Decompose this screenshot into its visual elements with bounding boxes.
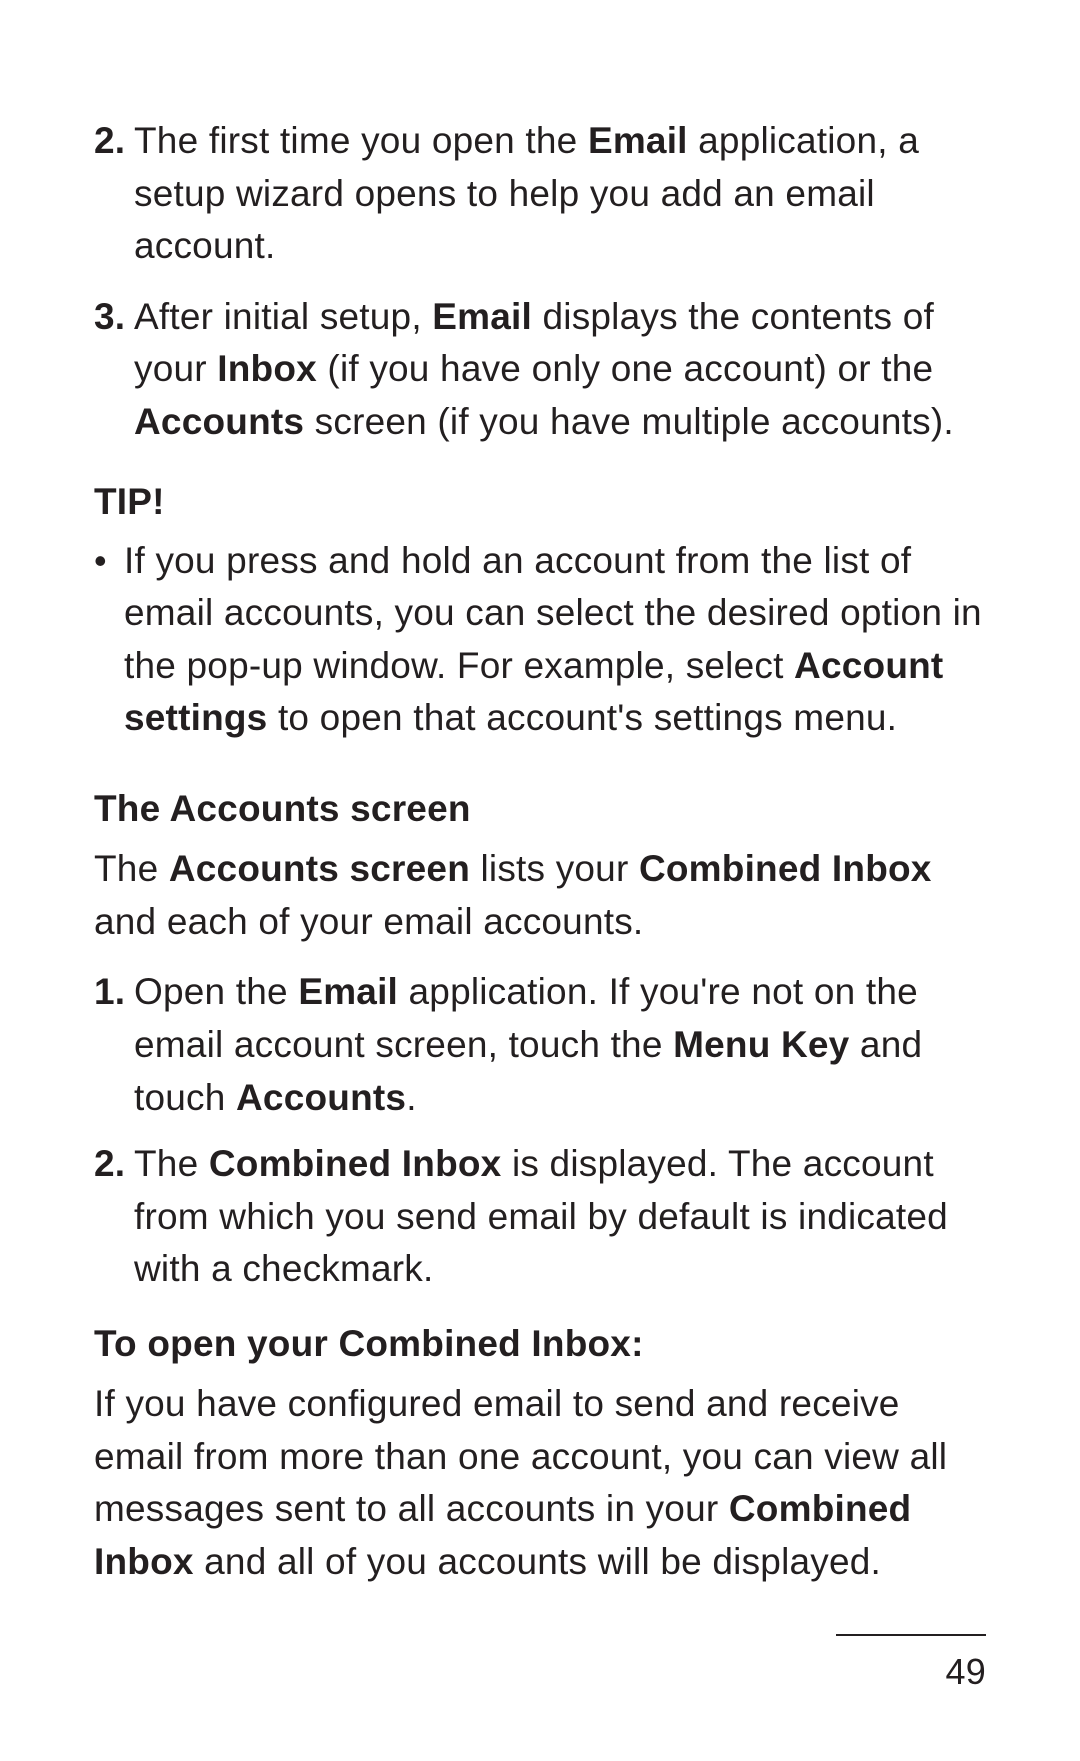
text: screen (if you have multiple accounts). [304,401,954,442]
accounts-step-1-text: Open the Email application. If you're no… [134,966,986,1124]
text: (if you have only one account) or the [317,348,933,389]
accounts-step-2-text: The Combined Inbox is displayed. The acc… [134,1138,986,1296]
step-2-marker: 2. [94,115,134,273]
text: and all of you accounts will be displaye… [194,1541,881,1582]
step-3: 3. After initial setup, Email displays t… [94,291,986,449]
bullet-icon [94,535,124,745]
accounts-step-1: 1. Open the Email application. If you're… [94,966,986,1124]
accounts-steps: 1. Open the Email application. If you're… [94,966,986,1295]
text: to open that account's settings menu. [267,697,897,738]
tip-bullet: If you press and hold an account from th… [94,535,986,745]
text: After initial setup, [134,296,432,337]
combined-text: If you have configured email to send and… [94,1378,986,1588]
manual-page: 2. The first time you open the Email app… [0,0,1080,1761]
page-footer: 49 [836,1634,986,1697]
text: The first time you open the [134,120,588,161]
text: and each of your email accounts. [94,901,643,942]
text: lists your [470,848,639,889]
accounts-heading: The Accounts screen [94,783,986,836]
text: . [406,1077,416,1118]
accounts-intro: The Accounts screen lists your Combined … [94,843,986,948]
bold-combined-inbox: Combined Inbox [639,848,932,889]
tip-heading: TIP! [94,476,986,529]
accounts-step-2: 2. The Combined Inbox is displayed. The … [94,1138,986,1296]
tip-text: If you press and hold an account from th… [124,535,986,745]
step-3-marker: 3. [94,291,134,449]
bold-email: Email [298,971,398,1012]
step-2: 2. The first time you open the Email app… [94,115,986,273]
bold-menu-key: Menu Key [673,1024,849,1065]
combined-heading: To open your Combined Inbox: [94,1318,986,1371]
step-3-text: After initial setup, Email displays the … [134,291,986,449]
bold-email: Email [432,296,532,337]
text: The [94,848,169,889]
accounts-step-1-marker: 1. [94,966,134,1124]
bold-combined-inbox: Combined Inbox [209,1143,502,1184]
accounts-step-2-marker: 2. [94,1138,134,1296]
bold-accounts: Accounts [236,1077,406,1118]
text: The [134,1143,209,1184]
bold-accounts-screen: Accounts screen [169,848,470,889]
footer-rule [836,1634,986,1636]
bold-accounts: Accounts [134,401,304,442]
text: Open the [134,971,298,1012]
page-number: 49 [836,1646,986,1697]
bold-inbox: Inbox [217,348,317,389]
step-2-text: The first time you open the Email applic… [134,115,986,273]
bold-email: Email [588,120,688,161]
